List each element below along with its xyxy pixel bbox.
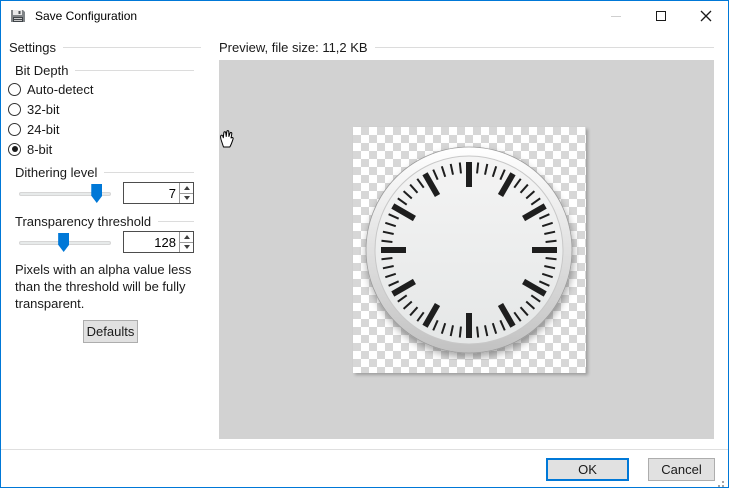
transparency-slider[interactable]: [19, 233, 111, 253]
maximize-button[interactable]: [638, 1, 683, 31]
minimize-button: [593, 1, 638, 31]
transparency-group-rule: [158, 221, 194, 222]
dithering-spinbox: [123, 182, 194, 204]
titlebar[interactable]: Save Configuration: [1, 1, 728, 31]
dithering-spin-down-button[interactable]: [180, 194, 193, 204]
preview-group-header: Preview, file size: 11,2 KB: [219, 40, 714, 55]
transparency-spin-buttons: [179, 232, 193, 252]
footer-separator: [1, 449, 728, 450]
transparency-value-input[interactable]: [124, 232, 179, 252]
preview-image-clock: [353, 127, 586, 373]
radio-label: Auto-detect: [27, 82, 94, 97]
dithering-group-header: Dithering level: [15, 165, 194, 180]
transparency-spinbox: [123, 231, 194, 253]
floppy-disk-save-icon: [10, 8, 26, 24]
bit-depth-group-rule: [75, 70, 194, 71]
arrow-up-icon: [184, 186, 190, 190]
transparency-group-header: Transparency threshold: [15, 214, 194, 229]
radio-auto-detect[interactable]: Auto-detect: [8, 81, 94, 97]
radio-label: 32-bit: [27, 102, 60, 117]
close-icon: [700, 10, 712, 22]
transparency-note: Pixels with an alpha value less than the…: [15, 261, 199, 312]
cancel-button[interactable]: Cancel: [648, 458, 715, 481]
radio-8-bit[interactable]: 8-bit: [8, 141, 52, 157]
dithering-group-rule: [104, 172, 194, 173]
radio-circle-icon: [8, 83, 21, 96]
preview-panel[interactable]: [219, 60, 714, 439]
window-title: Save Configuration: [35, 9, 137, 23]
arrow-up-icon: [184, 235, 190, 239]
dithering-group-label: Dithering level: [15, 165, 97, 180]
radio-32-bit[interactable]: 32-bit: [8, 101, 60, 117]
settings-group-header: Settings: [9, 40, 201, 55]
radio-circle-icon: [8, 103, 21, 116]
minimize-icon: [611, 16, 621, 17]
bit-depth-group-header: Bit Depth: [15, 63, 194, 78]
radio-label: 8-bit: [27, 142, 52, 157]
save-configuration-dialog: Save Configuration Settings Bit Depth Au…: [0, 0, 729, 488]
radio-24-bit[interactable]: 24-bit: [8, 121, 60, 137]
resize-grip[interactable]: [722, 481, 724, 483]
transparency-slider-thumb[interactable]: [58, 233, 69, 252]
arrow-down-icon: [184, 245, 190, 249]
radio-circle-icon: [8, 123, 21, 136]
dithering-value-input[interactable]: [124, 183, 179, 203]
dithering-spin-buttons: [179, 183, 193, 203]
preview-group-rule: [375, 47, 714, 48]
clock-face-image: [359, 140, 579, 360]
dithering-slider[interactable]: [19, 184, 111, 204]
arrow-down-icon: [184, 196, 190, 200]
transparency-group-label: Transparency threshold: [15, 214, 151, 229]
dithering-spin-up-button[interactable]: [180, 183, 193, 194]
maximize-icon: [656, 11, 666, 21]
transparency-spin-down-button[interactable]: [180, 243, 193, 253]
bit-depth-group-label: Bit Depth: [15, 63, 68, 78]
defaults-button[interactable]: Defaults: [83, 320, 138, 343]
radio-label: 24-bit: [27, 122, 60, 137]
ok-button[interactable]: OK: [546, 458, 629, 481]
transparency-spin-up-button[interactable]: [180, 232, 193, 243]
settings-group-label: Settings: [9, 40, 56, 55]
radio-circle-selected-icon: [8, 143, 21, 156]
dithering-slider-thumb[interactable]: [91, 184, 102, 203]
pan-hand-cursor-icon: [216, 126, 236, 150]
close-button[interactable]: [683, 1, 728, 31]
settings-group-rule: [63, 47, 201, 48]
preview-group-label: Preview, file size: 11,2 KB: [219, 40, 368, 55]
caption-buttons: [593, 1, 728, 31]
